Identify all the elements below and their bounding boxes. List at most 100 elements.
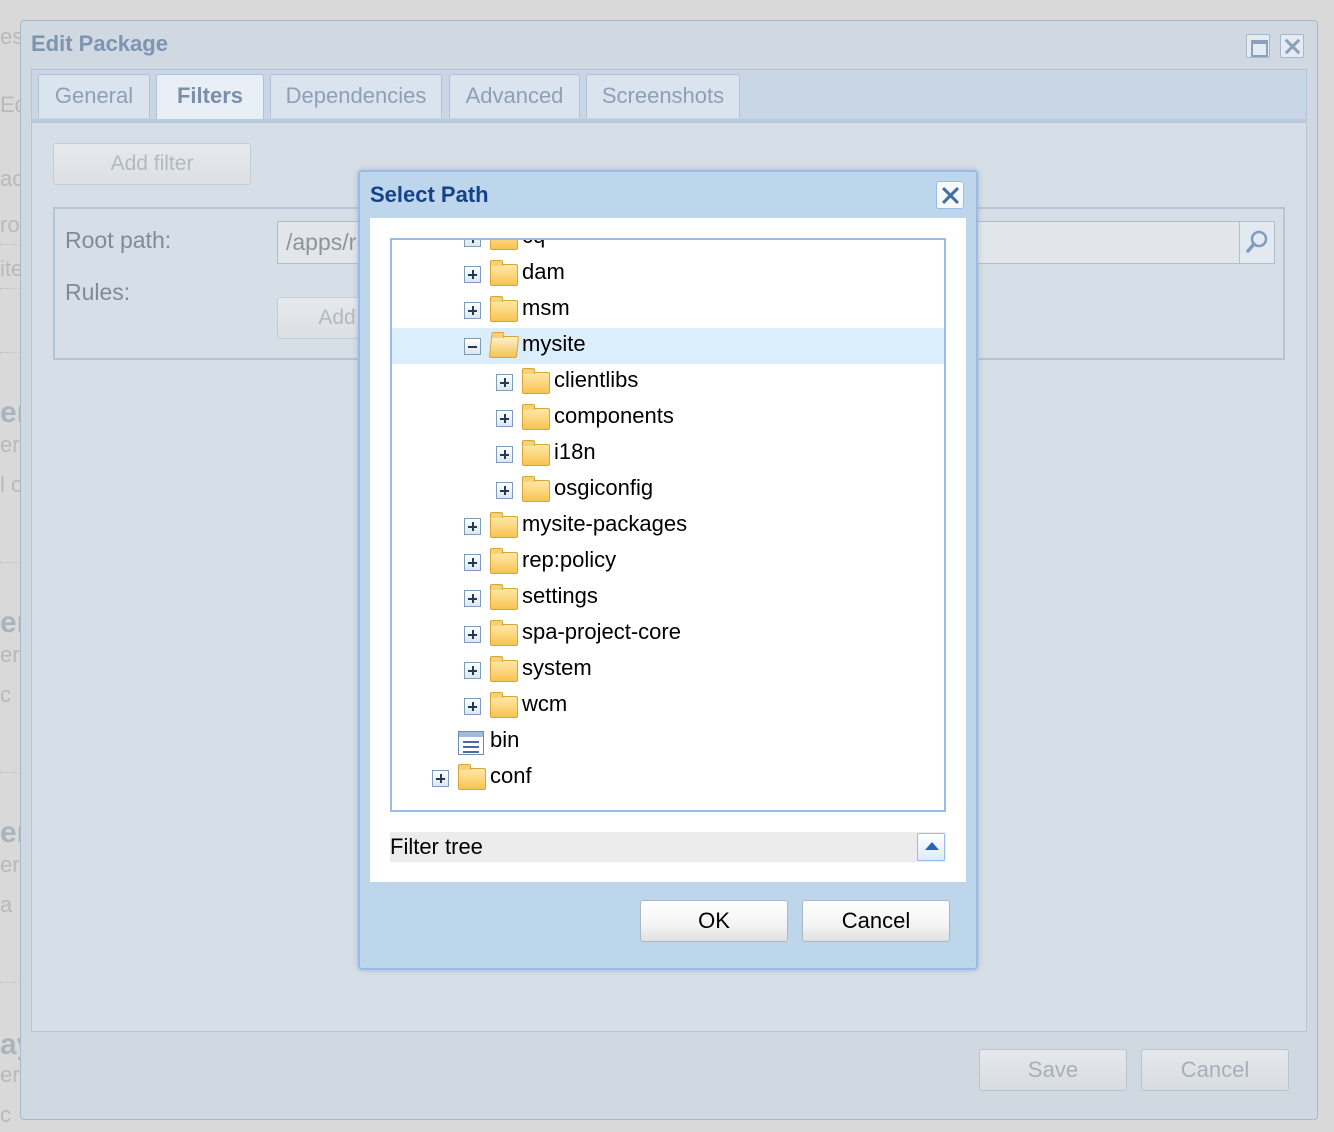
tree-node-label: wcm <box>522 691 568 716</box>
expand-plus-icon[interactable] <box>464 590 481 607</box>
bg-fragment: ite <box>0 256 22 281</box>
tree-node[interactable]: rep:policy <box>392 544 944 580</box>
bg-fragment: Ed <box>0 92 22 117</box>
ok-button[interactable]: OK <box>640 900 788 942</box>
folder-icon <box>522 440 550 466</box>
bg-divider <box>0 288 18 289</box>
bg-fragment: l o <box>0 472 22 497</box>
tree-node[interactable]: components <box>392 400 944 436</box>
tree-node[interactable]: msm <box>392 292 944 328</box>
folder-icon <box>490 656 518 682</box>
tab-screenshots[interactable]: Screenshots <box>586 74 740 118</box>
tree-node-label: mysite <box>522 331 586 356</box>
close-icon[interactable] <box>1280 34 1304 58</box>
bg-fragment: ac <box>0 166 22 191</box>
tab-dependencies[interactable]: Dependencies <box>270 74 442 118</box>
expand-plus-icon[interactable] <box>496 482 513 499</box>
collapse-minus-icon[interactable] <box>464 338 481 355</box>
bg-fragment: c <box>0 682 11 707</box>
tree-node[interactable]: osgiconfig <box>392 472 944 508</box>
folder-icon <box>522 368 550 394</box>
tree-node-label: conf <box>490 763 532 788</box>
folder-icon <box>490 584 518 610</box>
tab-general[interactable]: General <box>38 74 150 118</box>
tree-node[interactable]: clientlibs <box>392 364 944 400</box>
folder-icon <box>458 764 486 790</box>
tree-node[interactable]: conf <box>392 760 944 796</box>
bg-fragment: er <box>0 396 22 429</box>
expand-plus-icon[interactable] <box>432 770 449 787</box>
expand-plus-icon[interactable] <box>464 662 481 679</box>
tree-node[interactable]: settings <box>392 580 944 616</box>
tree-node-label: osgiconfig <box>554 475 654 500</box>
bg-fragment: c <box>0 1102 11 1127</box>
tree-node[interactable]: bin <box>392 724 944 760</box>
expand-plus-icon[interactable] <box>496 410 513 427</box>
bg-fragment: es <box>0 24 22 49</box>
tree-node-label: dam <box>522 259 565 284</box>
folder-icon <box>522 476 550 502</box>
tree-node[interactable]: spa-project-core <box>392 616 944 652</box>
search-trigger[interactable] <box>1239 221 1275 264</box>
cancel-button[interactable]: Cancel <box>1141 1049 1289 1091</box>
expand-plus-icon[interactable] <box>464 302 481 319</box>
tree-node[interactable]: cq <box>392 240 944 256</box>
filter-tree-label: Filter tree <box>390 834 483 859</box>
folder-icon <box>490 692 518 718</box>
tree-node[interactable]: wcm <box>392 688 944 724</box>
save-button[interactable]: Save <box>979 1049 1127 1091</box>
expand-plus-icon[interactable] <box>464 554 481 571</box>
dialog-cancel-button[interactable]: Cancel <box>802 900 950 942</box>
tree-node[interactable]: system <box>392 652 944 688</box>
add-filter-button[interactable]: Add filter <box>53 143 251 185</box>
tree-node-label: components <box>554 403 674 428</box>
bg-divider <box>0 982 18 983</box>
tree-node[interactable]: dam <box>392 256 944 292</box>
maximize-icon[interactable] <box>1246 34 1270 58</box>
folder-icon <box>490 260 518 286</box>
bg-fragment: ers <box>0 642 22 667</box>
select-path-dialog: Select Path cq dam msm mysite clientlibs comp… <box>358 170 978 970</box>
collapse-up-icon[interactable] <box>917 833 945 861</box>
bg-fragment: ay <box>0 1028 22 1061</box>
folder-icon <box>522 404 550 430</box>
tree-node-label: i18n <box>554 439 596 464</box>
tab-advanced[interactable]: Advanced <box>449 74 580 118</box>
tab-strip: General Filters Dependencies Advanced Sc… <box>31 69 1307 121</box>
tree-node-label: cq <box>522 240 545 249</box>
path-tree[interactable]: cq dam msm mysite clientlibs components i18n os… <box>390 238 946 812</box>
folder-icon <box>490 240 518 250</box>
expand-plus-icon[interactable] <box>464 698 481 715</box>
tree-node[interactable]: mysite <box>392 328 944 364</box>
filter-tree-bar[interactable]: Filter tree <box>390 832 946 862</box>
folder-icon <box>490 548 518 574</box>
root-path-label: Root path: <box>65 227 172 253</box>
tree-node[interactable]: i18n <box>392 436 944 472</box>
edit-package-title: Edit Package <box>31 31 168 56</box>
folder-icon <box>490 620 518 646</box>
rules-label: Rules: <box>65 279 131 305</box>
expand-plus-icon[interactable] <box>464 240 481 247</box>
tree-node-label: clientlibs <box>554 367 639 392</box>
expand-plus-icon[interactable] <box>496 374 513 391</box>
bg-fragment: er <box>0 816 22 849</box>
tree-node-label: settings <box>522 583 598 608</box>
bg-fragment: ers <box>0 1062 22 1087</box>
search-icon <box>1246 230 1268 253</box>
expand-plus-icon[interactable] <box>464 626 481 643</box>
expand-plus-icon[interactable] <box>496 446 513 463</box>
tree-node-label: msm <box>522 295 570 320</box>
tree-node-label: spa-project-core <box>522 619 681 644</box>
select-path-title: Select Path <box>370 182 489 207</box>
tree-node-label: system <box>522 655 592 680</box>
tree-node[interactable]: mysite-packages <box>392 508 944 544</box>
dialog-close-icon[interactable] <box>936 181 964 209</box>
expand-plus-icon[interactable] <box>464 518 481 535</box>
bg-fragment: ro <box>0 212 20 237</box>
tree-node-label: bin <box>490 727 520 752</box>
bg-fragment: a <box>0 892 13 917</box>
bg-divider <box>0 772 18 773</box>
tab-filters[interactable]: Filters <box>156 74 264 120</box>
folder-icon <box>490 512 518 538</box>
expand-plus-icon[interactable] <box>464 266 481 283</box>
